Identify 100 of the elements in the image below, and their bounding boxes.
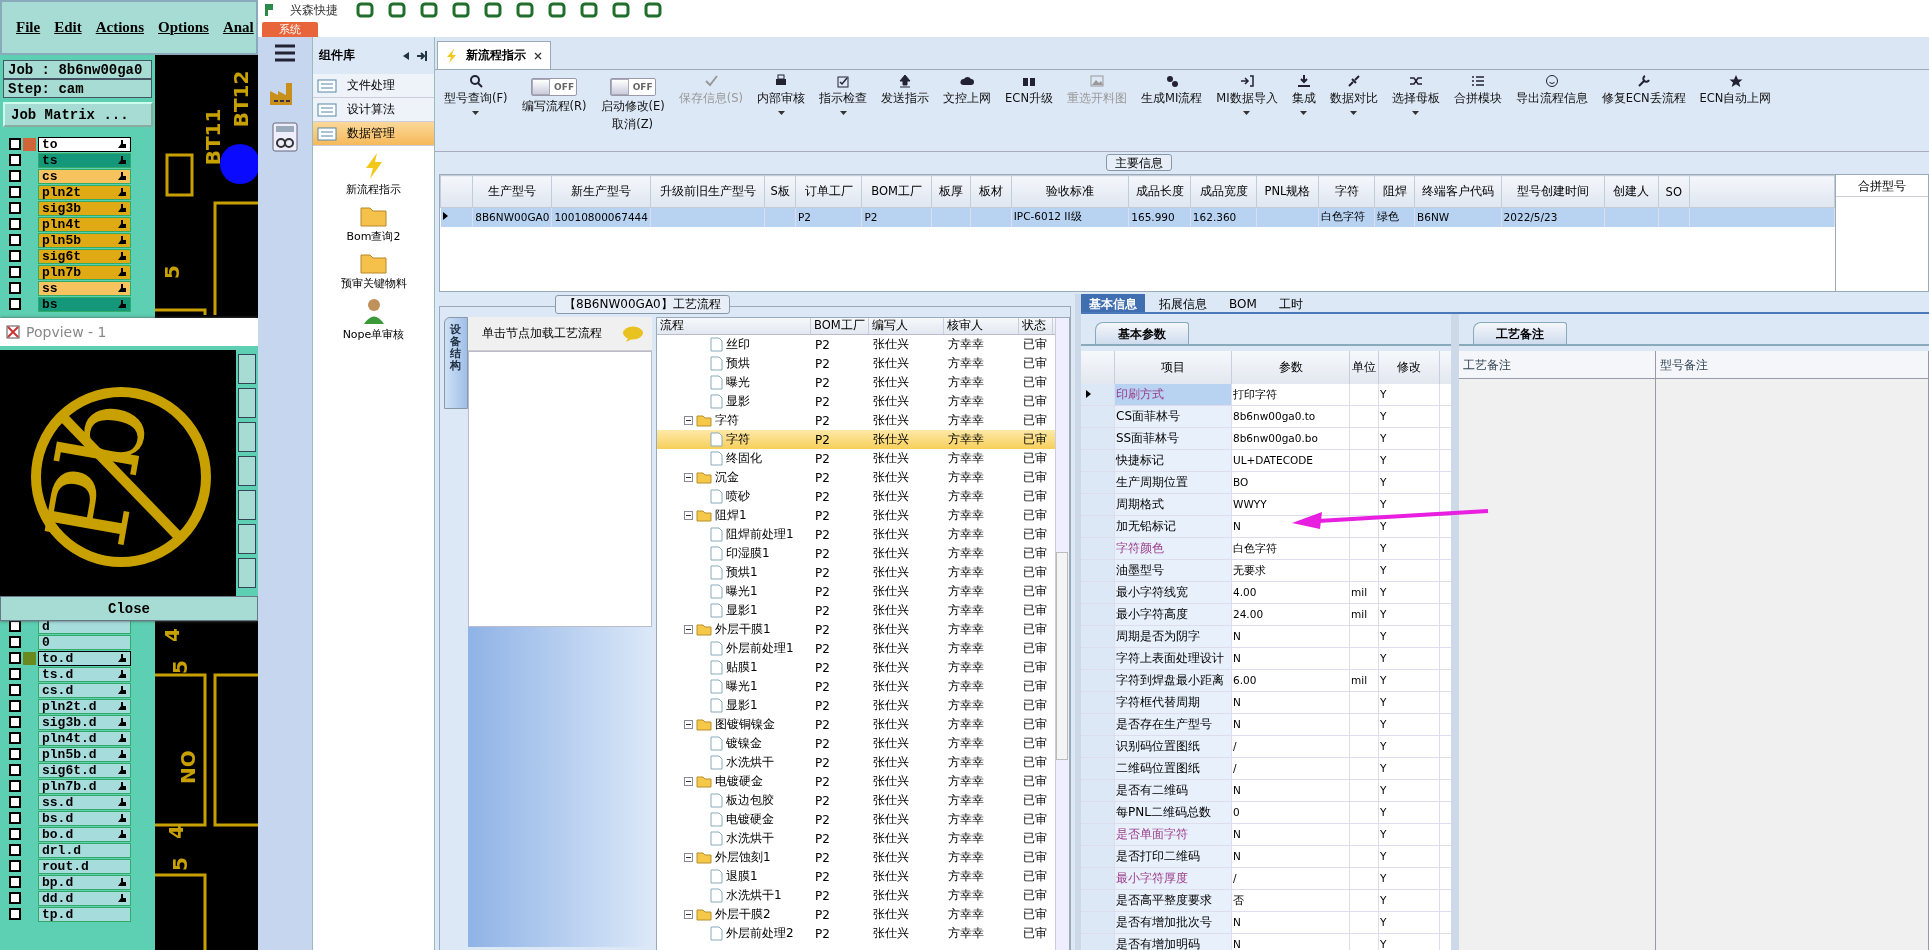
tool-button[interactable] <box>238 456 256 486</box>
layer-item[interactable]: cs <box>38 168 131 184</box>
layer-item[interactable]: ts.d <box>38 666 131 682</box>
checkbox[interactable] <box>9 732 21 744</box>
tree-row[interactable]: 图镀铜镍金 P2 张仕兴 方幸幸 已审 <box>657 715 1055 734</box>
tree-row[interactable]: 外层蚀刻1 P2 张仕兴 方幸幸 已审 <box>657 848 1055 867</box>
toolbar-button[interactable]: 发送指示 <box>874 74 937 151</box>
column-header[interactable]: 成品宽度 <box>1190 175 1257 208</box>
column-header[interactable]: 字符 <box>1318 175 1375 208</box>
layer-item[interactable]: rout.d <box>38 858 131 874</box>
tree-row[interactable]: 贴膜1 P2 张仕兴 方幸幸 已审 <box>657 658 1055 677</box>
column-header[interactable]: 订单工厂 <box>795 175 862 208</box>
collapse-icon[interactable] <box>684 853 693 862</box>
tree-row[interactable]: 阻焊1 P2 张仕兴 方幸幸 已审 <box>657 506 1055 525</box>
checkbox[interactable] <box>9 780 21 792</box>
collapse-icon[interactable] <box>684 511 693 520</box>
tab[interactable]: 工艺备注 <box>1473 322 1567 344</box>
tab[interactable]: 拓展信息 <box>1151 294 1215 312</box>
tool-button[interactable] <box>238 422 256 452</box>
tree-row[interactable]: 镀镍金 P2 张仕兴 方幸幸 已审 <box>657 734 1055 753</box>
layer-item[interactable]: drl.d <box>38 842 131 858</box>
tree-row[interactable]: 电镀硬金 P2 张仕兴 方幸幸 已审 <box>657 772 1055 791</box>
collapse-icon[interactable] <box>402 50 410 61</box>
tree-row[interactable]: 板边包胶 P2 张仕兴 方幸幸 已审 <box>657 791 1055 810</box>
tree-row[interactable]: 外层前处理2 P2 张仕兴 方幸幸 已审 <box>657 924 1055 943</box>
column-header[interactable]: 创建人 <box>1604 175 1659 208</box>
checkbox[interactable] <box>9 170 21 182</box>
column-header[interactable]: BOM工厂 <box>861 175 932 208</box>
layer-item[interactable]: ts <box>38 152 131 168</box>
toolbar-button[interactable]: 数据对比 <box>1322 74 1385 151</box>
tool-button[interactable] <box>238 524 256 554</box>
checkbox[interactable] <box>9 668 21 680</box>
tool-label[interactable]: 预审关键物料 <box>340 276 407 291</box>
column-header[interactable]: 修改 <box>1379 351 1440 384</box>
checkbox[interactable] <box>9 876 21 888</box>
column-header[interactable]: 编写人 <box>869 318 944 334</box>
tree-row[interactable]: 丝印 P2 张仕兴 方幸幸 已审 <box>657 335 1055 354</box>
column-header[interactable]: 参数 <box>1232 351 1350 384</box>
scrollbar[interactable] <box>1055 318 1069 950</box>
column-header[interactable]: 板材 <box>970 175 1012 208</box>
column-header[interactable]: 验收标准 <box>1011 175 1129 208</box>
column-header[interactable]: 终端客户代码 <box>1414 175 1502 208</box>
tree-row[interactable]: 字符 P2 张仕兴 方幸幸 已审 <box>657 430 1055 449</box>
column-header[interactable]: S板 <box>764 175 796 208</box>
tree-row[interactable]: 沉金 P2 张仕兴 方幸幸 已审 <box>657 468 1055 487</box>
tool-button[interactable] <box>238 354 256 384</box>
tree-row[interactable]: 喷砂 P2 张仕兴 方幸幸 已审 <box>657 487 1055 506</box>
checkbox[interactable] <box>9 844 21 856</box>
tree-row[interactable]: 水洗烘干 P2 张仕兴 方幸幸 已审 <box>657 829 1055 848</box>
tree-row[interactable]: 外层前处理1 P2 张仕兴 方幸幸 已审 <box>657 639 1055 658</box>
menu-item[interactable]: Edit <box>54 19 82 36</box>
toolbar-button[interactable]: 选择母板 <box>1384 74 1447 151</box>
close-button[interactable]: Close <box>0 596 258 621</box>
checkbox[interactable] <box>9 282 21 294</box>
document-tab[interactable]: 新流程指示 <box>437 41 551 69</box>
collapse-icon[interactable] <box>684 416 693 425</box>
tree-row[interactable]: 电镀硬金 P2 张仕兴 方幸幸 已审 <box>657 810 1055 829</box>
column-header[interactable]: 型号创建时间 <box>1501 175 1605 208</box>
collapse-icon[interactable] <box>684 777 693 786</box>
tree-row[interactable]: 预烘1 P2 张仕兴 方幸幸 已审 <box>657 563 1055 582</box>
calculator-icon[interactable] <box>270 121 300 153</box>
column-header[interactable]: 工艺备注 <box>1459 351 1656 379</box>
toolbar-button[interactable]: 内部审核 <box>750 74 813 151</box>
tree-row[interactable]: 字符 P2 张仕兴 方幸幸 已审 <box>657 411 1055 430</box>
checkbox[interactable] <box>9 860 21 872</box>
tree-row[interactable]: 水洗烘干1 P2 张仕兴 方幸幸 已审 <box>657 886 1055 905</box>
checkbox[interactable] <box>9 828 21 840</box>
checkbox[interactable] <box>9 218 21 230</box>
tool-label[interactable]: Nope单审核 <box>342 327 405 342</box>
checkbox[interactable] <box>9 202 21 214</box>
layer-item[interactable]: to.d <box>38 650 131 666</box>
layer-item[interactable]: tp.d <box>38 906 131 922</box>
column-header[interactable]: PNL规格 <box>1256 175 1319 208</box>
toolbar-button[interactable]: 指示检查 <box>812 74 875 151</box>
layer-item[interactable]: bs <box>38 296 131 312</box>
toggle-switch[interactable]: OFF 启动修改(E) 取消(Z) <box>593 74 672 151</box>
toolbar-button[interactable]: 型号查询(F) <box>437 74 515 151</box>
collapse-icon[interactable] <box>684 910 693 919</box>
column-header[interactable]: 新生产型号 <box>551 175 651 208</box>
toolbar-button[interactable]: 文控上网 <box>936 74 999 151</box>
column-header[interactable]: 单位 <box>1350 351 1379 384</box>
layer-item[interactable]: bp.d <box>38 874 131 890</box>
tree-row[interactable]: 显影1 P2 张仕兴 方幸幸 已审 <box>657 696 1055 715</box>
layer-item[interactable]: bs.d <box>38 810 131 826</box>
tool-label[interactable]: Bom查询2 <box>346 229 401 244</box>
checkbox[interactable] <box>9 234 21 246</box>
toolbar-button[interactable]: ECN升级 <box>998 74 1060 151</box>
layer-item[interactable]: pln7b.d <box>38 778 131 794</box>
layer-item[interactable]: sig3b <box>38 200 131 216</box>
layer-item[interactable]: pln2t.d <box>38 698 131 714</box>
tree-row[interactable]: 外层干膜1 P2 张仕兴 方幸幸 已审 <box>657 620 1055 639</box>
column-header[interactable]: 核审人 <box>944 318 1019 334</box>
category-item[interactable]: 文件处理 <box>313 74 434 98</box>
toolbar-button[interactable]: 修复ECN丢流程 <box>1594 74 1693 151</box>
layer-item[interactable]: dd.d <box>38 890 131 906</box>
layer-item[interactable]: pln7b <box>38 264 131 280</box>
checkbox[interactable] <box>9 812 21 824</box>
column-header[interactable]: 板厚 <box>931 175 971 208</box>
layer-item[interactable]: cs.d <box>38 682 131 698</box>
tool-button[interactable] <box>238 490 256 520</box>
